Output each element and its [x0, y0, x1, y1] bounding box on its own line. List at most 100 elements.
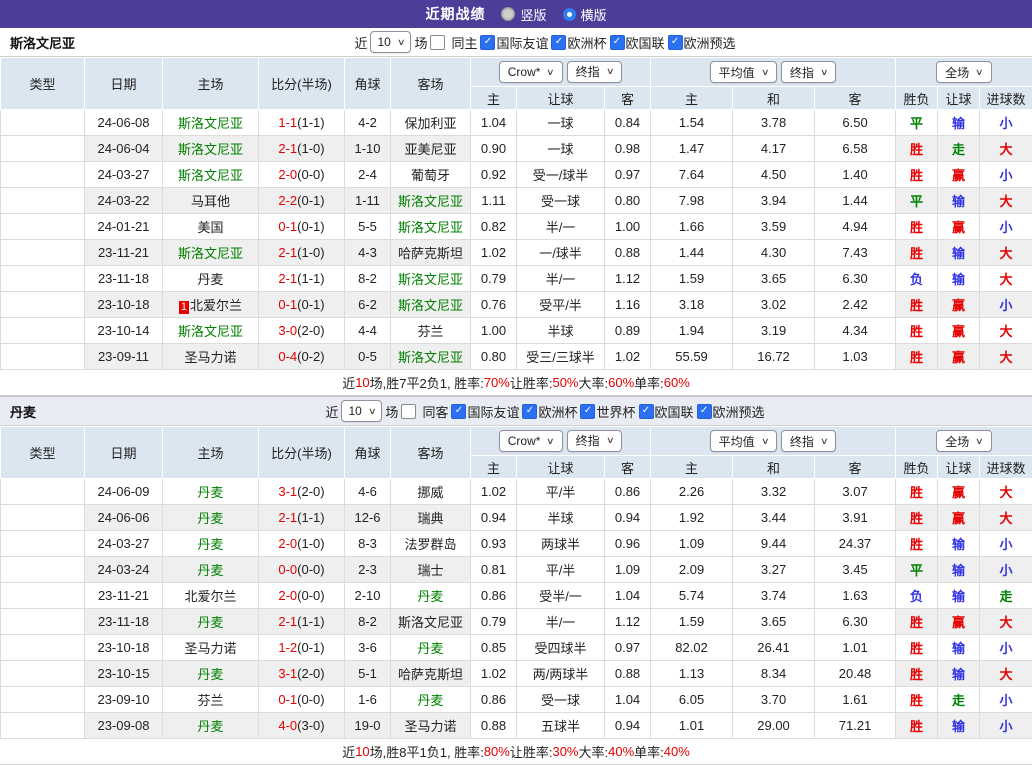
- crow-final-select[interactable]: 终指∨: [567, 430, 623, 452]
- crow-odds-cell: 1.02: [471, 240, 517, 266]
- league-filter-checkbox[interactable]: ✓: [639, 404, 654, 419]
- avg-odds-cell: 16.72: [733, 344, 815, 370]
- average-group-header: 平均值 ∨ 终指∨: [651, 58, 896, 87]
- wdl-result: 胜: [910, 168, 923, 183]
- corner-cell: 4-3: [345, 240, 391, 266]
- match-row: 国际友谊24-03-22马耳他2-2(0-1)1-11斯洛文尼亚1.11受一球0…: [1, 188, 1032, 214]
- chevron-down-icon: ∨: [546, 67, 555, 78]
- league-filter-label: 欧国联: [626, 33, 665, 52]
- avg-odds-cell: 29.00: [733, 713, 815, 739]
- fulltime-select[interactable]: 全场∨: [936, 430, 992, 452]
- crow-odds-cell: 0.98: [605, 136, 651, 162]
- crow-select[interactable]: Crow*∨: [499, 61, 563, 83]
- league-filter-checkbox[interactable]: ✓: [451, 404, 466, 419]
- fulltime-score: 2-1: [278, 614, 297, 629]
- result-cell: 大: [980, 479, 1032, 505]
- same-venue-checkbox[interactable]: [430, 35, 445, 50]
- average-select-value: 平均值: [719, 64, 755, 81]
- average-final-select[interactable]: 终指∨: [781, 430, 837, 452]
- crow-odds-cell: 平/半: [517, 479, 605, 505]
- recent-count-select[interactable]: 10 ∨: [341, 400, 382, 422]
- summary-segment: 单率:: [634, 742, 664, 761]
- goals-result: 小: [1000, 298, 1013, 313]
- crow-odds-cell: 1.11: [471, 188, 517, 214]
- league-filter-checkbox[interactable]: ✓: [668, 35, 683, 50]
- league-filter-checkbox[interactable]: ✓: [580, 404, 595, 419]
- crow-odds-cell: 0.88: [605, 240, 651, 266]
- fulltime-score: 2-1: [278, 271, 297, 286]
- home-team-cell: 芬兰: [163, 687, 259, 713]
- recent-prefix-label: 近: [325, 402, 338, 421]
- vertical-radio[interactable]: [501, 7, 515, 21]
- col-header-home: 主场: [163, 427, 259, 479]
- home-team-name: 丹麦: [197, 615, 223, 630]
- avg-odds-cell: 3.18: [651, 292, 733, 318]
- average-group-header: 平均值∨ 终指∨: [651, 427, 896, 456]
- horizontal-radio[interactable]: [563, 8, 576, 21]
- recent-count-value: 10: [348, 404, 361, 418]
- league-filter-checkbox[interactable]: ✓: [551, 35, 566, 50]
- matches-table-denmark: 类型 日期 主场 比分(半场) 角球 客场 Crow*∨ 终指∨ 平均值∨ 终指…: [0, 426, 1032, 739]
- home-team-name: 斯洛文尼亚: [178, 246, 243, 261]
- corner-cell: 19-0: [345, 713, 391, 739]
- wdl-result: 负: [910, 589, 923, 604]
- home-team-cell: 斯洛文尼亚: [163, 110, 259, 136]
- sub-header-handicap: 让球: [938, 87, 980, 110]
- league-filter-checkbox[interactable]: ✓: [480, 35, 495, 50]
- average-select[interactable]: 平均值 ∨: [710, 61, 778, 83]
- league-filter-checkbox[interactable]: ✓: [610, 35, 625, 50]
- match-row: 欧洲杯23-11-21斯洛文尼亚2-1(1-0)4-3哈萨克斯坦1.02一/球半…: [1, 240, 1032, 266]
- average-select[interactable]: 平均值∨: [710, 430, 778, 452]
- avg-odds-cell: 6.58: [815, 136, 896, 162]
- home-team-cell: 丹麦: [163, 505, 259, 531]
- away-team-cell: 葡萄牙: [391, 162, 471, 188]
- chevron-down-icon: ∨: [761, 67, 770, 78]
- league-type-cell: 欧洲杯: [1, 318, 85, 344]
- wdl-result: 平: [910, 116, 923, 131]
- league-filter-checkbox[interactable]: ✓: [522, 404, 537, 419]
- crow-odds-cell: 0.92: [471, 162, 517, 188]
- section-header-slovenia: 斯洛文尼亚 近 10 ∨ 场 同主 ✓国际友谊✓欧洲杯✓欧国联✓欧洲预选: [0, 28, 1032, 57]
- league-type-cell: 国际友谊: [1, 110, 85, 136]
- home-team-cell: 马耳他: [163, 188, 259, 214]
- handicap-result: 输: [952, 116, 965, 131]
- horizontal-radio-label[interactable]: 横版: [581, 5, 607, 24]
- league-filter-label: 欧洲预选: [713, 402, 765, 421]
- score-cell: 0-4(0-2): [259, 344, 345, 370]
- crow-select-value: Crow*: [508, 434, 541, 448]
- vertical-radio-label[interactable]: 竖版: [520, 5, 546, 24]
- away-team-name: 丹麦: [417, 641, 443, 656]
- away-team-cell: 挪威: [391, 479, 471, 505]
- result-cell: 胜: [896, 344, 938, 370]
- match-row: 国际友谊24-01-21美国0-1(0-1)5-5斯洛文尼亚0.82半/一1.0…: [1, 214, 1032, 240]
- fulltime-score: 2-2: [278, 193, 297, 208]
- same-venue-checkbox[interactable]: [401, 404, 416, 419]
- summary-segment: 大率:: [579, 373, 609, 392]
- fulltime-select[interactable]: 全场∨: [936, 61, 992, 83]
- crow-select[interactable]: Crow*∨: [499, 430, 563, 452]
- crow-odds-cell: 0.82: [471, 214, 517, 240]
- filter-bar: 近 10 ∨ 场 同客 ✓国际友谊✓欧洲杯✓世界杯✓欧国联✓欧洲预选: [60, 397, 1032, 425]
- score-cell: 2-2(0-1): [259, 188, 345, 214]
- summary-segment: 30%: [552, 744, 578, 759]
- fulltime-score: 2-0: [278, 167, 297, 182]
- handicap-result: 赢: [952, 298, 965, 313]
- average-final-select[interactable]: 终指∨: [781, 61, 837, 83]
- crow-odds-cell: 两/两球半: [517, 661, 605, 687]
- crow-odds-cell: 一球: [517, 136, 605, 162]
- league-filter-checkbox[interactable]: ✓: [697, 404, 712, 419]
- league-type-cell: 国际友谊: [1, 505, 85, 531]
- result-cell: 胜: [896, 635, 938, 661]
- corner-cell: 5-5: [345, 214, 391, 240]
- avg-odds-cell: 1.01: [651, 713, 733, 739]
- league-filter-label: 欧洲杯: [538, 402, 577, 421]
- sub-header-guest: 客: [815, 87, 896, 110]
- crow-final-select[interactable]: 终指∨: [567, 61, 623, 83]
- recent-count-select[interactable]: 10 ∨: [370, 31, 411, 53]
- crow-odds-cell: 1.09: [605, 557, 651, 583]
- halftime-score: (3-0): [297, 718, 324, 733]
- league-type-cell: 欧洲杯: [1, 661, 85, 687]
- crow-odds-cell: 1.12: [605, 266, 651, 292]
- crow-odds-cell: 受一/球半: [517, 162, 605, 188]
- away-team-name: 葡萄牙: [411, 168, 450, 183]
